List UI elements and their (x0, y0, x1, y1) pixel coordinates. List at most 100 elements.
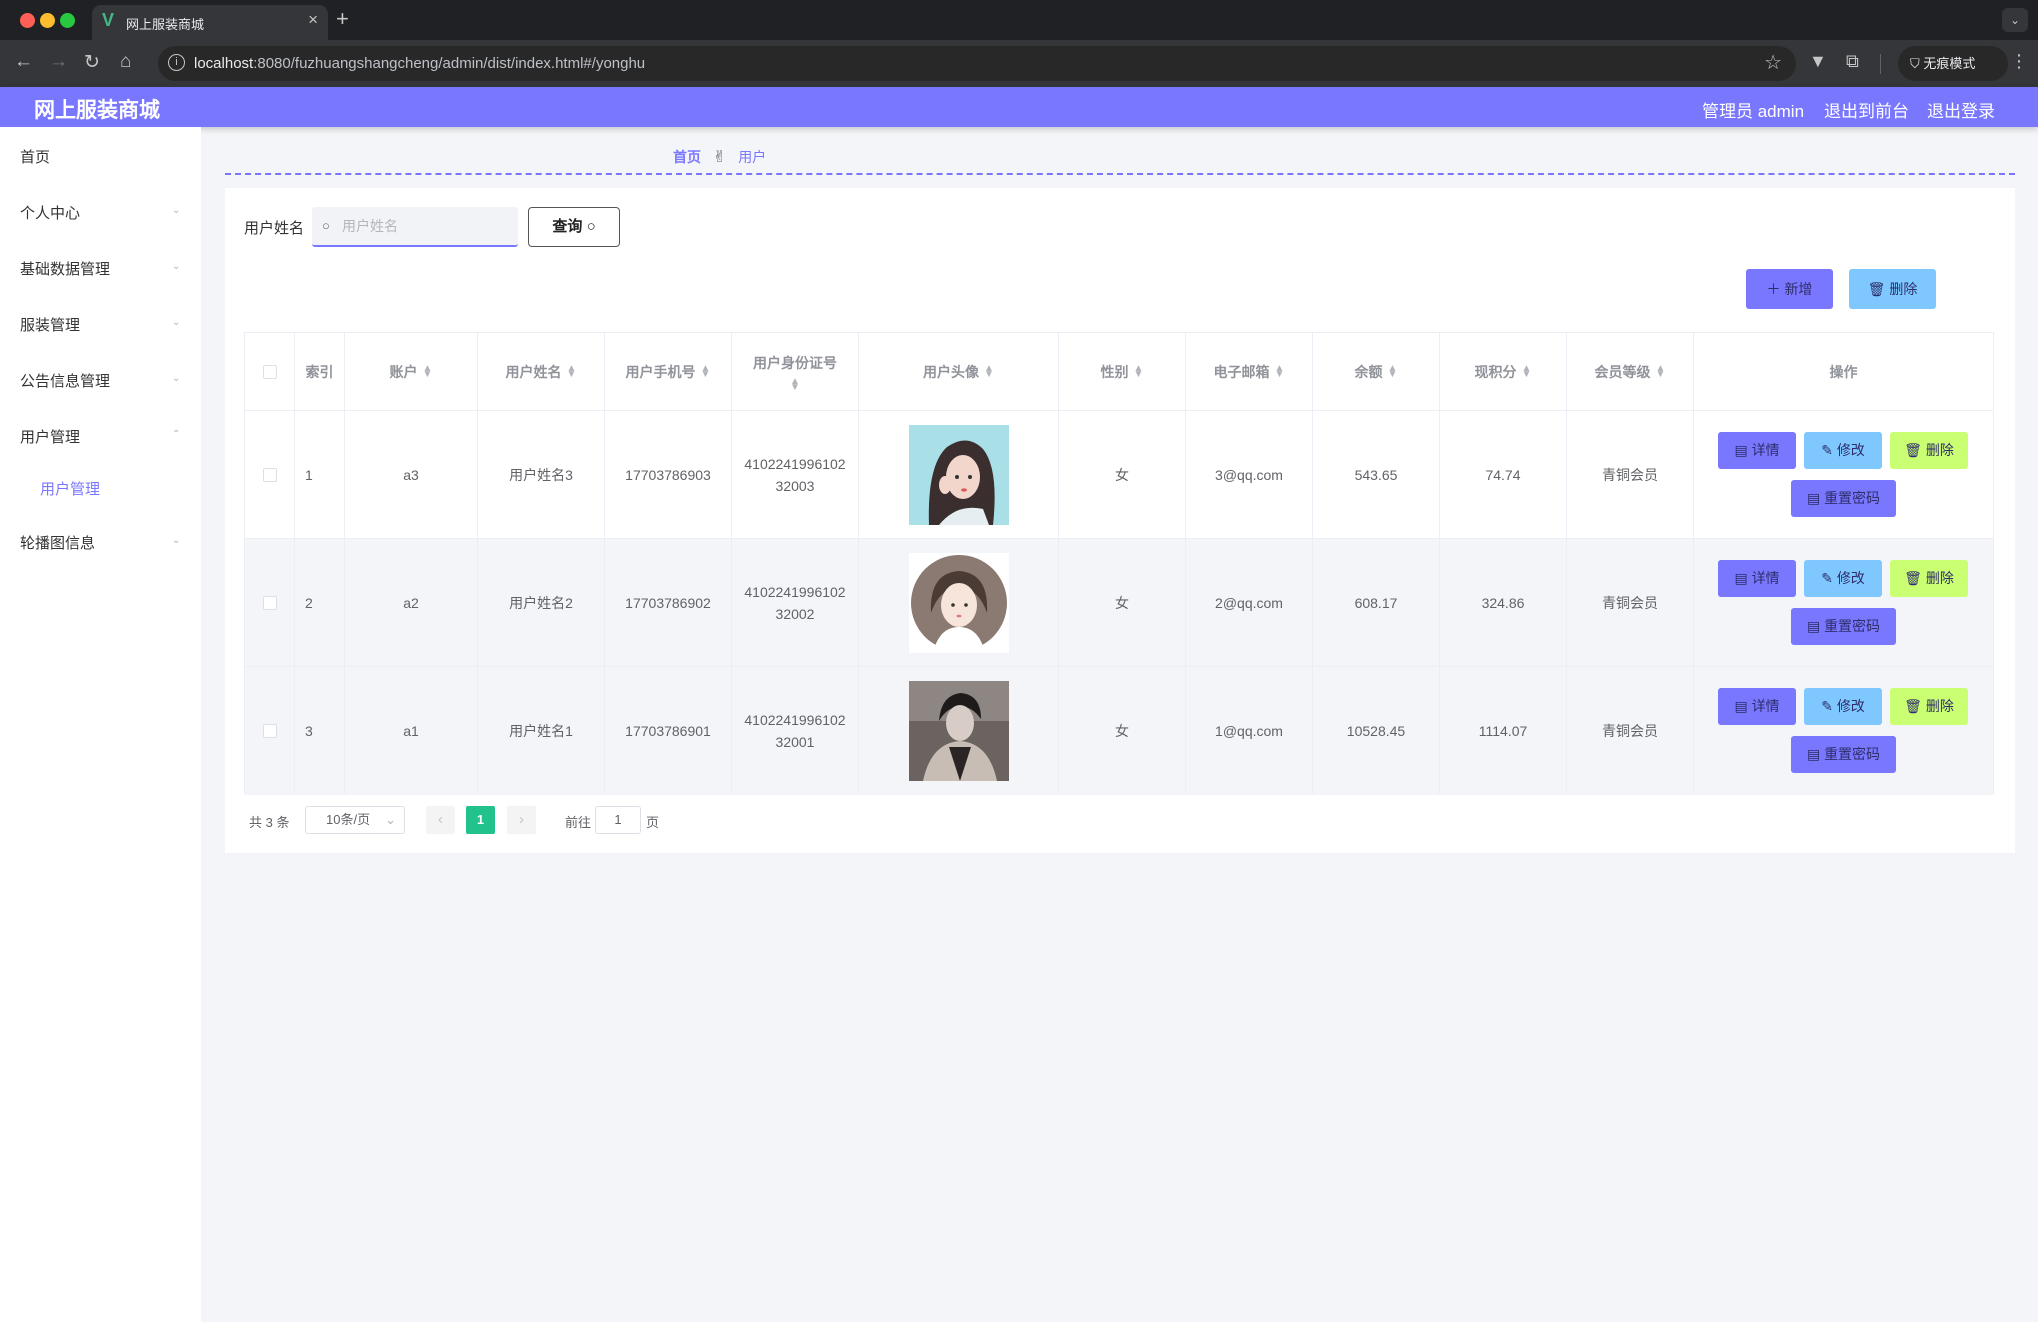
header-cell[interactable]: 现积分 ▲ ▼ (1440, 333, 1567, 411)
add-button[interactable]: ＋ 新增 (1746, 269, 1833, 309)
edit-button[interactable]: ✎ 修改 (1804, 688, 1882, 725)
table-row: 2 a2 用户姓名2 17703786902 4102241996102 3200… (245, 539, 1993, 667)
edit-button[interactable]: ✎ 修改 (1804, 432, 1882, 469)
detail-button[interactable]: ▤ 详情 (1718, 688, 1796, 725)
close-tab-icon[interactable]: × (308, 10, 318, 30)
close-window-dot[interactable] (20, 13, 35, 28)
delete-button[interactable]: 🗑 删除 (1890, 560, 1968, 597)
sidebar-item-carousel[interactable]: 轮播图信息 (20, 532, 95, 553)
idcard-line2: 32003 (775, 477, 815, 494)
sort-icon[interactable]: ▲ ▼ (1656, 363, 1666, 379)
header-idcard: 用户身份证号 (753, 354, 837, 371)
header-cell[interactable]: 电子邮箱 ▲ ▼ (1186, 333, 1313, 411)
add-button-label: 新增 (1784, 281, 1813, 297)
sidebar-item-base-data[interactable]: 基础数据管理 (20, 258, 110, 279)
browser-tab[interactable]: V 网上服装商城 × (92, 5, 328, 40)
row-checkbox[interactable] (262, 595, 277, 610)
sort-icon[interactable]: ▲ ▼ (1134, 363, 1144, 379)
header-level: 会员等级 (1594, 363, 1651, 380)
name-cell: 用户姓名2 (478, 539, 605, 666)
header-cell: 操作 (1694, 333, 1993, 411)
reset-password-button[interactable]: ▤ 重置密码 (1791, 736, 1896, 773)
more-menu-icon[interactable]: ⋮ (2010, 51, 2028, 72)
sort-icon[interactable]: ▲ ▼ (423, 363, 433, 379)
prev-page-button[interactable]: ‹ (426, 806, 455, 834)
sidebar-item-profile[interactable]: 个人中心 (20, 202, 80, 223)
reset-password-label: 重置密码 (1824, 618, 1881, 634)
home-icon[interactable]: ⌂ (120, 51, 131, 73)
sidebar-item-home[interactable]: 首页 (20, 146, 50, 167)
forward-icon[interactable]: → (49, 51, 68, 73)
delete-button[interactable]: 🗑 删除 (1890, 688, 1968, 725)
header-cell[interactable]: 用户头像 ▲ ▼ (859, 333, 1059, 411)
minimize-window-dot[interactable] (40, 13, 55, 28)
chevron-down-icon: ⌄ (172, 317, 181, 328)
phone-cell: 17703786903 (605, 411, 732, 538)
sort-icon[interactable]: ▲ ▼ (1275, 363, 1285, 379)
query-button[interactable]: 查询 ○ (528, 207, 620, 247)
avatar-image[interactable] (908, 680, 1009, 781)
index-cell: 3 (295, 667, 345, 794)
tab-list-chevron-icon[interactable]: ⌄ (2002, 8, 2028, 32)
reset-password-label: 重置密码 (1824, 746, 1881, 762)
row-checkbox[interactable] (262, 723, 277, 738)
search-input[interactable] (342, 207, 512, 245)
avatar-image[interactable] (908, 552, 1009, 653)
sidebar-item-notice[interactable]: 公告信息管理 (20, 370, 110, 391)
site-info-icon[interactable]: i (168, 54, 185, 71)
next-page-button[interactable]: › (507, 806, 536, 834)
avatar-image[interactable] (908, 424, 1009, 525)
header-cell[interactable]: 用户手机号 ▲ ▼ (605, 333, 732, 411)
detail-button[interactable]: ▤ 详情 (1718, 560, 1796, 597)
reset-password-button[interactable]: ▤ 重置密码 (1791, 608, 1896, 645)
sort-icon[interactable]: ▲ ▼ (567, 363, 577, 379)
page-size-value: 10条/页 (326, 812, 371, 827)
new-tab-icon[interactable]: + (336, 6, 349, 32)
victory-hand-icon: ✌ (712, 149, 727, 166)
row-checkbox[interactable] (262, 467, 277, 482)
sidebar-item-clothing[interactable]: 服装管理 (20, 314, 80, 335)
goto-page-input[interactable]: 1 (595, 806, 641, 834)
idcard-line1: 4102241996102 (744, 711, 846, 728)
header-actions: 操作 (1829, 363, 1858, 380)
header-cell[interactable]: 账户 ▲ ▼ (345, 333, 478, 411)
header-cell[interactable]: 用户身份证号 ▲ ▼ (732, 333, 859, 411)
sort-icon[interactable]: ▲ ▼ (701, 363, 711, 379)
email-cell: 2@qq.com (1186, 539, 1313, 666)
back-icon[interactable]: ← (14, 51, 33, 73)
row-select-cell (245, 411, 295, 538)
page-number-current[interactable]: 1 (466, 806, 495, 834)
sidebar-subitem-users[interactable]: 用户管理 (40, 478, 100, 499)
logout-link[interactable]: 退出登录 (1927, 97, 1995, 122)
page-size-select[interactable]: 10条/页 ⌄ (305, 806, 405, 834)
account-cell: a2 (345, 539, 478, 666)
detail-button[interactable]: ▤ 详情 (1718, 432, 1796, 469)
exit-to-front-link[interactable]: 退出到前台 (1824, 97, 1909, 122)
bookmark-star-icon[interactable]: ☆ (1764, 50, 1782, 75)
extensions-icon[interactable]: ⧉ (1846, 51, 1859, 72)
sort-icon[interactable]: ▲ ▼ (1388, 363, 1398, 379)
sidebar-item-users[interactable]: 用户管理 (20, 426, 80, 447)
batch-delete-button[interactable]: 🗑 删除 (1849, 269, 1936, 309)
vue-devtools-icon[interactable]: ▼ (1809, 51, 1827, 72)
address-bar[interactable]: i localhost:8080/fuzhuangshangcheng/admi… (158, 46, 1796, 81)
level-cell: 青铜会员 (1567, 667, 1694, 794)
header-cell[interactable]: 用户姓名 ▲ ▼ (478, 333, 605, 411)
reset-password-button[interactable]: ▤ 重置密码 (1791, 480, 1896, 517)
row-select-cell (245, 539, 295, 666)
delete-button[interactable]: 🗑 删除 (1890, 432, 1968, 469)
reload-icon[interactable]: ↻ (84, 51, 100, 74)
incognito-badge[interactable]: ⛉ 无痕模式 (1898, 46, 2008, 81)
header-cell[interactable]: 余额 ▲ ▼ (1313, 333, 1440, 411)
sort-icon[interactable]: ▲ ▼ (984, 363, 994, 379)
sort-icon[interactable]: ▲ ▼ (1522, 363, 1532, 379)
detail-label: 详情 (1751, 442, 1780, 458)
select-all-checkbox[interactable] (262, 364, 277, 379)
edit-button[interactable]: ✎ 修改 (1804, 560, 1882, 597)
breadcrumb-home[interactable]: 首页 (673, 149, 701, 165)
header-cell[interactable]: 会员等级 ▲ ▼ (1567, 333, 1694, 411)
header-cell[interactable]: 性别 ▲ ▼ (1059, 333, 1186, 411)
maximize-window-dot[interactable] (60, 13, 75, 28)
sort-icon[interactable]: ▲ ▼ (790, 376, 800, 392)
idcard-line2: 32002 (775, 605, 815, 622)
